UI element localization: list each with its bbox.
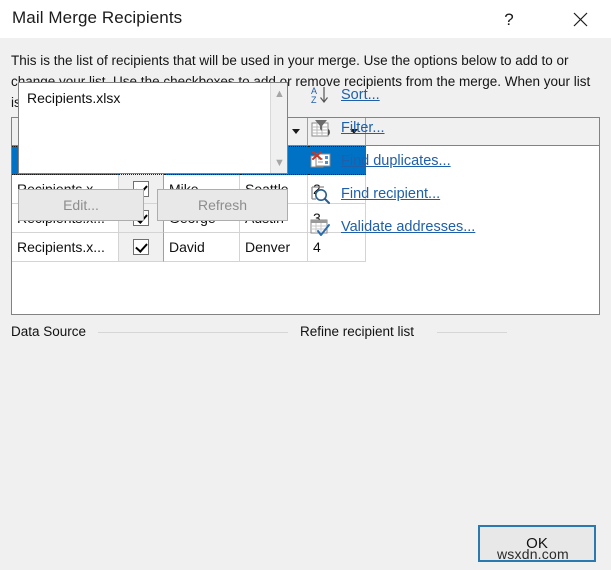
refine-recipient-list: A Z Sort...	[309, 78, 599, 243]
refine-item-validate-addresses[interactable]: Validate addresses...	[309, 210, 599, 243]
svg-text:Z: Z	[311, 95, 317, 105]
data-source-value[interactable]: Recipients.xlsx	[27, 90, 120, 106]
filter-link[interactable]: Filter...	[341, 120, 385, 136]
data-source-scrollbar[interactable]: ▲ ▼	[270, 83, 287, 173]
find-duplicates-link[interactable]: Find duplicates...	[341, 153, 451, 169]
refine-item-filter[interactable]: Filter...	[309, 111, 599, 144]
validate-addresses-link[interactable]: Validate addresses...	[341, 219, 475, 235]
refine-item-find-duplicates[interactable]: Find duplicates...	[309, 144, 599, 177]
cell-include-checkbox[interactable]	[119, 233, 164, 262]
refresh-button[interactable]: Refresh	[157, 189, 288, 221]
edit-button[interactable]: Edit...	[18, 189, 144, 221]
sort-link[interactable]: Sort...	[341, 87, 380, 103]
refine-group-label: Refine recipient list	[300, 324, 420, 339]
question-mark-icon: ?	[504, 11, 513, 28]
find-recipient-link[interactable]: Find recipient...	[341, 186, 440, 202]
row-checkbox[interactable]	[133, 239, 149, 255]
cell-name: David	[164, 233, 240, 262]
refine-item-find-recipient[interactable]: Find recipient...	[309, 177, 599, 210]
refine-item-sort[interactable]: A Z Sort...	[309, 78, 599, 111]
cell-city: Denver	[240, 233, 308, 262]
filter-icon	[309, 117, 333, 139]
data-source-group-divider	[98, 332, 288, 333]
data-source-listbox[interactable]: Recipients.xlsx ▲ ▼	[18, 82, 288, 174]
chevron-down-icon[interactable]	[292, 129, 300, 134]
window-title: Mail Merge Recipients	[12, 8, 182, 28]
dialog-body: This is the list of recipients that will…	[0, 38, 611, 570]
find-duplicates-icon	[309, 150, 333, 172]
close-icon	[573, 12, 588, 27]
data-source-group-label: Data Source	[11, 324, 92, 339]
sort-az-icon: A Z	[309, 84, 333, 106]
find-recipient-icon	[309, 183, 333, 205]
help-button[interactable]: ?	[487, 0, 531, 38]
chevron-up-icon[interactable]: ▲	[271, 85, 288, 102]
watermark-text: wsxdn.com	[497, 546, 569, 562]
chevron-down-icon[interactable]: ▼	[271, 154, 288, 171]
cell-data-source: Recipients.x...	[12, 233, 119, 262]
refine-group-divider	[437, 332, 507, 333]
close-button[interactable]	[558, 0, 602, 38]
validate-addresses-icon	[309, 216, 333, 238]
title-bar: Mail Merge Recipients ?	[0, 0, 611, 38]
